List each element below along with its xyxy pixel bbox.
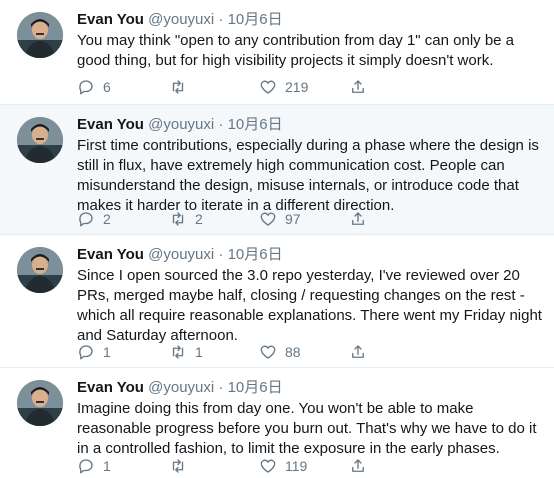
separator-dot: · — [218, 116, 224, 133]
retweet-count: 1 — [195, 344, 203, 360]
separator-dot: · — [218, 246, 224, 263]
tweet-header: Evan You @youyuxi · 10月6日 — [77, 115, 542, 135]
author-name[interactable]: Evan You — [77, 11, 144, 28]
heart-icon — [260, 80, 276, 94]
like-button[interactable]: 119 — [259, 456, 307, 476]
retweet-button[interactable]: 1 — [169, 342, 203, 362]
reply-count: 6 — [103, 79, 111, 95]
separator-dot: · — [218, 379, 224, 396]
author-name[interactable]: Evan You — [77, 116, 144, 133]
retweet-icon — [172, 80, 184, 94]
tweet-date[interactable]: 10月6日 — [228, 379, 283, 396]
share-button[interactable] — [349, 342, 367, 362]
tweet-date[interactable]: 10月6日 — [228, 11, 283, 28]
share-button[interactable] — [349, 209, 367, 229]
tweet-date[interactable]: 10月6日 — [228, 116, 283, 133]
like-button[interactable]: 219 — [259, 77, 308, 97]
author-handle[interactable]: @youyuxi — [148, 379, 214, 396]
tweet-header: Evan You @youyuxi · 10月6日 — [77, 378, 542, 398]
avatar-image — [17, 380, 63, 426]
like-count: 88 — [285, 344, 301, 360]
retweet-icon — [172, 345, 184, 359]
retweet-button[interactable] — [169, 77, 195, 97]
author-handle[interactable]: @youyuxi — [148, 246, 214, 263]
tweet-actions: 1 119 — [77, 456, 537, 476]
tweet[interactable]: Evan You @youyuxi · 10月6日 Since I open s… — [0, 235, 554, 368]
avatar[interactable] — [17, 380, 63, 426]
author-handle[interactable]: @youyuxi — [148, 11, 214, 28]
tweet-actions: 6 219 — [77, 77, 537, 97]
tweet-text: First time contributions, especially dur… — [77, 137, 539, 214]
tweet[interactable]: Evan You @youyuxi · 10月6日 Imagine doing … — [0, 368, 554, 478]
reply-button[interactable]: 1 — [77, 342, 111, 362]
share-button[interactable] — [349, 456, 367, 476]
like-count: 97 — [285, 211, 301, 227]
avatar[interactable] — [17, 12, 63, 58]
share-icon — [352, 345, 364, 358]
tweet-date[interactable]: 10月6日 — [228, 246, 283, 263]
reply-button[interactable]: 2 — [77, 209, 111, 229]
retweet-icon — [172, 212, 184, 226]
reply-count: 1 — [103, 458, 111, 474]
share-button[interactable] — [349, 77, 367, 97]
like-count: 219 — [285, 79, 309, 95]
like-button[interactable]: 88 — [259, 342, 301, 362]
author-name[interactable]: Evan You — [77, 246, 144, 263]
avatar-image — [17, 247, 63, 293]
avatar-image — [17, 12, 63, 58]
author-handle[interactable]: @youyuxi — [148, 116, 214, 133]
retweet-count: 2 — [195, 211, 203, 227]
tweet-text: Imagine doing this from day one. You won… — [77, 400, 537, 457]
avatar[interactable] — [17, 117, 63, 163]
reply-button[interactable]: 1 — [77, 456, 111, 476]
avatar-image — [17, 117, 63, 163]
reply-icon — [79, 212, 93, 227]
heart-icon — [260, 212, 276, 226]
reply-count: 1 — [103, 344, 111, 360]
author-name[interactable]: Evan You — [77, 379, 144, 396]
tweet-thread: Evan You @youyuxi · 10月6日 You may think … — [0, 0, 554, 478]
reply-icon — [79, 459, 93, 474]
tweet-actions: 1 1 88 — [77, 342, 537, 362]
heart-icon — [260, 459, 276, 473]
share-icon — [352, 459, 364, 472]
share-icon — [352, 212, 364, 225]
avatar[interactable] — [17, 247, 63, 293]
separator-dot: · — [218, 11, 224, 28]
reply-icon — [79, 80, 93, 95]
tweet-text: You may think "open to any contribution … — [77, 32, 515, 69]
retweet-icon — [172, 459, 184, 473]
like-count: 119 — [285, 458, 308, 474]
tweet-header: Evan You @youyuxi · 10月6日 — [77, 10, 542, 30]
share-icon — [352, 80, 364, 93]
tweet[interactable]: Evan You @youyuxi · 10月6日 First time con… — [0, 105, 554, 235]
heart-icon — [260, 345, 276, 359]
retweet-button[interactable]: 2 — [169, 209, 203, 229]
tweet[interactable]: Evan You @youyuxi · 10月6日 You may think … — [0, 0, 554, 105]
tweet-header: Evan You @youyuxi · 10月6日 — [77, 245, 542, 265]
reply-button[interactable]: 6 — [77, 77, 111, 97]
reply-icon — [79, 345, 93, 360]
retweet-button[interactable] — [169, 456, 195, 476]
reply-count: 2 — [103, 211, 111, 227]
like-button[interactable]: 97 — [259, 209, 301, 229]
tweet-actions: 2 2 97 — [77, 209, 537, 229]
tweet-text: Since I open sourced the 3.0 repo yester… — [77, 267, 542, 344]
